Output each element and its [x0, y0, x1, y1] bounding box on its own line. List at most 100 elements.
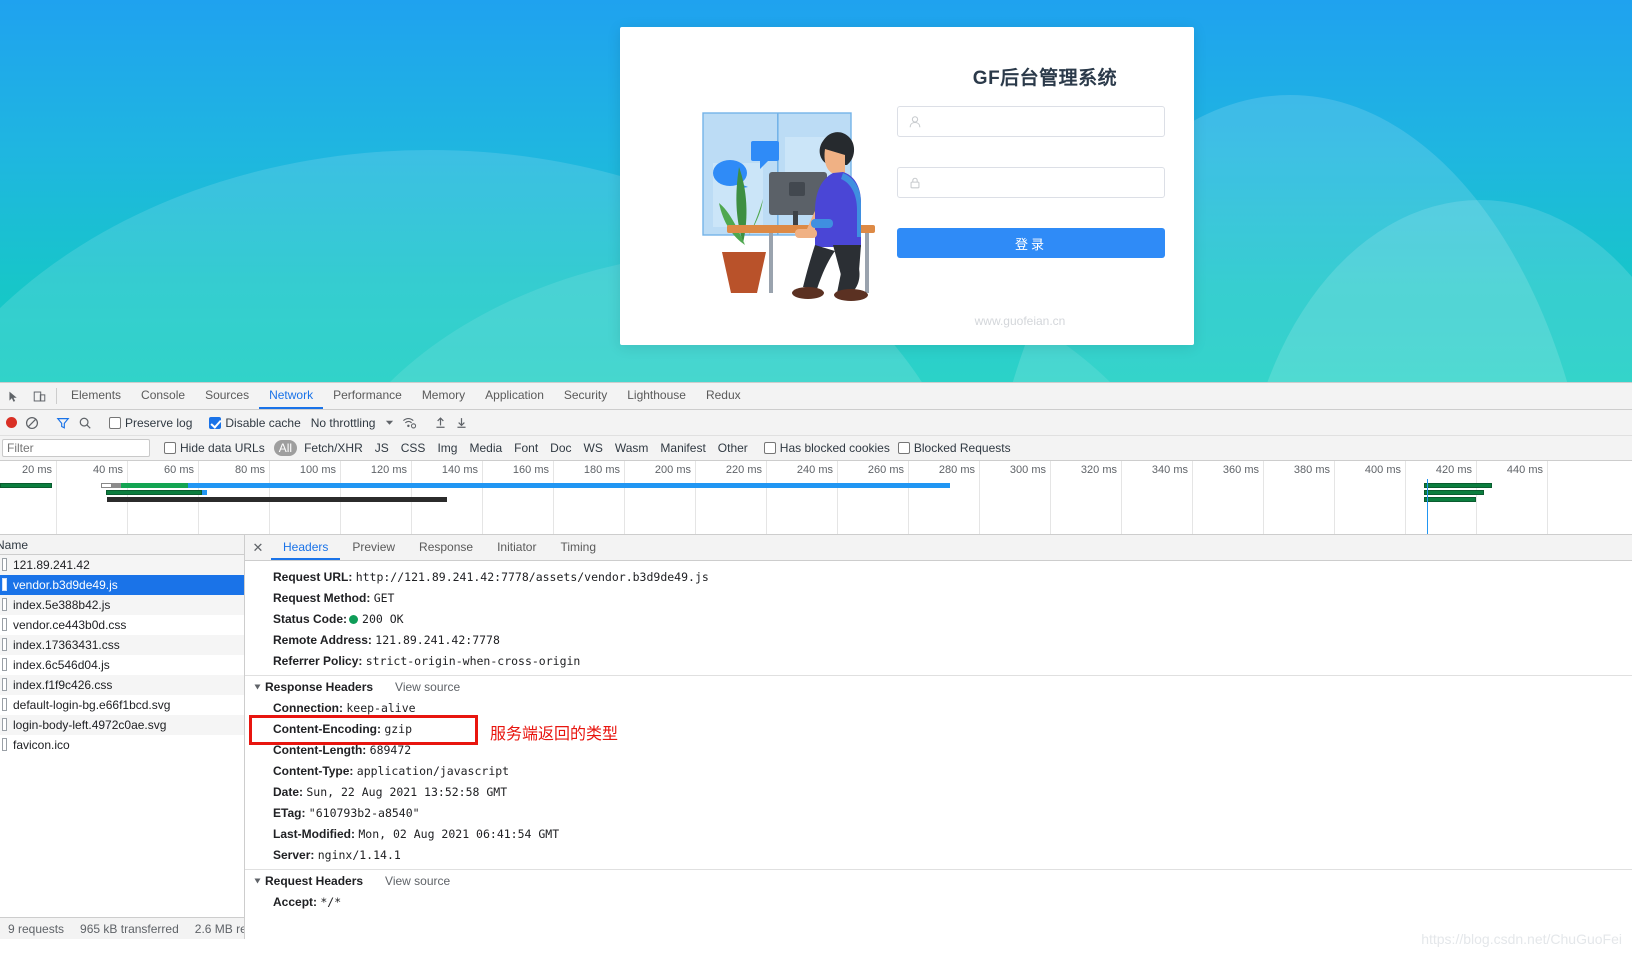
list-item[interactable]: 121.89.241.42 — [0, 555, 244, 575]
header-key: Accept: — [273, 895, 318, 909]
view-source-link[interactable]: View source — [385, 874, 450, 888]
tick-label: 320 ms — [1080, 464, 1117, 476]
site-watermark: www.guofeian.cn — [974, 314, 1066, 328]
restype-css[interactable]: CSS — [396, 440, 431, 456]
restype-all[interactable]: All — [273, 440, 298, 456]
detail-tab-headers[interactable]: Headers — [271, 535, 341, 560]
tick-label: 200 ms — [654, 464, 691, 476]
list-item[interactable]: vendor.b3d9de49.js — [0, 575, 244, 595]
clear-button[interactable] — [21, 410, 43, 435]
restype-ws[interactable]: WS — [579, 440, 608, 456]
detail-tab-response[interactable]: Response — [407, 535, 485, 560]
restype-img[interactable]: Img — [432, 440, 462, 456]
restype-doc[interactable]: Doc — [545, 440, 576, 456]
header-value: keep-alive — [346, 701, 416, 715]
tab-network[interactable]: Network — [259, 383, 324, 409]
tab-memory[interactable]: Memory — [412, 383, 475, 409]
network-conditions-button[interactable] — [398, 410, 421, 435]
list-item[interactable]: index.f1f9c426.css — [0, 675, 244, 695]
dcl-marker — [1427, 479, 1428, 534]
list-item[interactable]: favicon.ico — [0, 735, 244, 755]
header-key: Remote Address: — [273, 633, 372, 647]
has-blocked-cookies-label: Has blocked cookies — [779, 441, 890, 455]
disable-cache-box — [209, 416, 222, 429]
list-item[interactable]: login-body-left.4972c0ae.svg — [0, 715, 244, 735]
network-filter-bar: Hide data URLs All Fetch/XHR JS CSS Img … — [0, 436, 1632, 461]
user-icon — [909, 115, 921, 127]
detail-tab-preview[interactable]: Preview — [340, 535, 407, 560]
network-overview-timeline[interactable]: 20 ms 40 ms 60 ms 80 ms 100 ms 120 ms 14… — [0, 461, 1632, 535]
restype-media[interactable]: Media — [464, 440, 507, 456]
tick-label: 260 ms — [867, 464, 904, 476]
tab-performance[interactable]: Performance — [323, 383, 412, 409]
tab-sources[interactable]: Sources — [195, 383, 259, 409]
import-har-button[interactable] — [430, 410, 451, 435]
login-submit-button[interactable]: 登录 — [897, 228, 1165, 258]
password-input[interactable] — [928, 172, 1153, 194]
tab-security[interactable]: Security — [554, 383, 617, 409]
section-title: Response Headers — [265, 680, 374, 694]
restype-other[interactable]: Other — [713, 440, 753, 456]
header-row: Connection: keep-alive — [245, 698, 1632, 719]
restype-manifest[interactable]: Manifest — [655, 440, 710, 456]
list-item[interactable]: index.6c546d04.js — [0, 655, 244, 675]
restype-fetch-xhr[interactable]: Fetch/XHR — [299, 440, 368, 456]
detail-tab-initiator[interactable]: Initiator — [485, 535, 548, 560]
throttling-caret[interactable] — [381, 410, 398, 435]
has-blocked-cookies-checkbox[interactable]: Has blocked cookies — [760, 436, 894, 460]
tick-label: 340 ms — [1151, 464, 1188, 476]
list-item[interactable]: index.17363431.css — [0, 635, 244, 655]
header-row: Content-Length: 689472 — [245, 740, 1632, 761]
throttling-select[interactable]: No throttling — [305, 416, 382, 430]
request-name: index.5e388b42.js — [13, 597, 111, 612]
request-count: 9 requests — [8, 921, 65, 936]
tick-label: 180 ms — [583, 464, 620, 476]
request-list-header[interactable]: Name — [0, 535, 244, 555]
filter-input[interactable] — [2, 439, 150, 457]
restype-font[interactable]: Font — [509, 440, 543, 456]
export-har-button[interactable] — [451, 410, 472, 435]
tick-label: 220 ms — [725, 464, 762, 476]
tab-lighthouse[interactable]: Lighthouse — [617, 383, 696, 409]
disable-cache-checkbox[interactable]: Disable cache — [205, 410, 304, 435]
list-item[interactable]: vendor.ce443b0d.css — [0, 615, 244, 635]
detail-tab-timing[interactable]: Timing — [548, 535, 608, 560]
header-key: Request URL: — [273, 570, 353, 584]
overview-bar — [0, 483, 52, 488]
inspect-element-icon[interactable] — [0, 383, 26, 409]
request-name: index.17363431.css — [13, 637, 120, 652]
tab-application[interactable]: Application — [475, 383, 554, 409]
restype-wasm[interactable]: Wasm — [610, 440, 654, 456]
tab-redux[interactable]: Redux — [696, 383, 751, 409]
header-row: Request URL: http://121.89.241.42:7778/a… — [245, 567, 1632, 588]
tick-label: 60 ms — [164, 464, 194, 476]
record-icon — [6, 417, 17, 428]
hide-data-urls-checkbox[interactable]: Hide data URLs — [160, 436, 269, 460]
list-item[interactable]: default-login-bg.e66f1bcd.svg — [0, 695, 244, 715]
preserve-log-checkbox[interactable]: Preserve log — [105, 410, 196, 435]
list-item[interactable]: index.5e388b42.js — [0, 595, 244, 615]
password-field[interactable] — [897, 167, 1165, 198]
response-headers-section[interactable]: Response Headers View source — [245, 675, 1632, 698]
username-input[interactable] — [928, 111, 1153, 133]
header-value: */* — [320, 895, 342, 909]
blocked-requests-checkbox[interactable]: Blocked Requests — [894, 436, 1015, 460]
tab-console[interactable]: Console — [131, 383, 195, 409]
filter-toggle-button[interactable] — [52, 410, 74, 435]
request-list[interactable]: Name 121.89.241.42 vendor.b3d9de49.js in… — [0, 535, 245, 939]
restype-js[interactable]: JS — [370, 440, 394, 456]
view-source-link[interactable]: View source — [395, 680, 460, 694]
search-button[interactable] — [74, 410, 96, 435]
record-button[interactable] — [2, 410, 21, 435]
username-field[interactable] — [897, 106, 1165, 137]
tab-elements[interactable]: Elements — [61, 383, 131, 409]
close-icon[interactable]: ✕ — [245, 535, 271, 560]
request-name: index.f1f9c426.css — [13, 677, 113, 692]
blocked-requests-box — [897, 442, 910, 454]
request-headers-section[interactable]: Request Headers View source — [245, 869, 1632, 892]
search-icon — [79, 417, 91, 429]
header-value: 689472 — [369, 743, 412, 757]
overview-bar — [101, 483, 950, 488]
device-toolbar-icon[interactable] — [26, 383, 52, 409]
header-row: Content-Type: application/javascript — [245, 761, 1632, 782]
